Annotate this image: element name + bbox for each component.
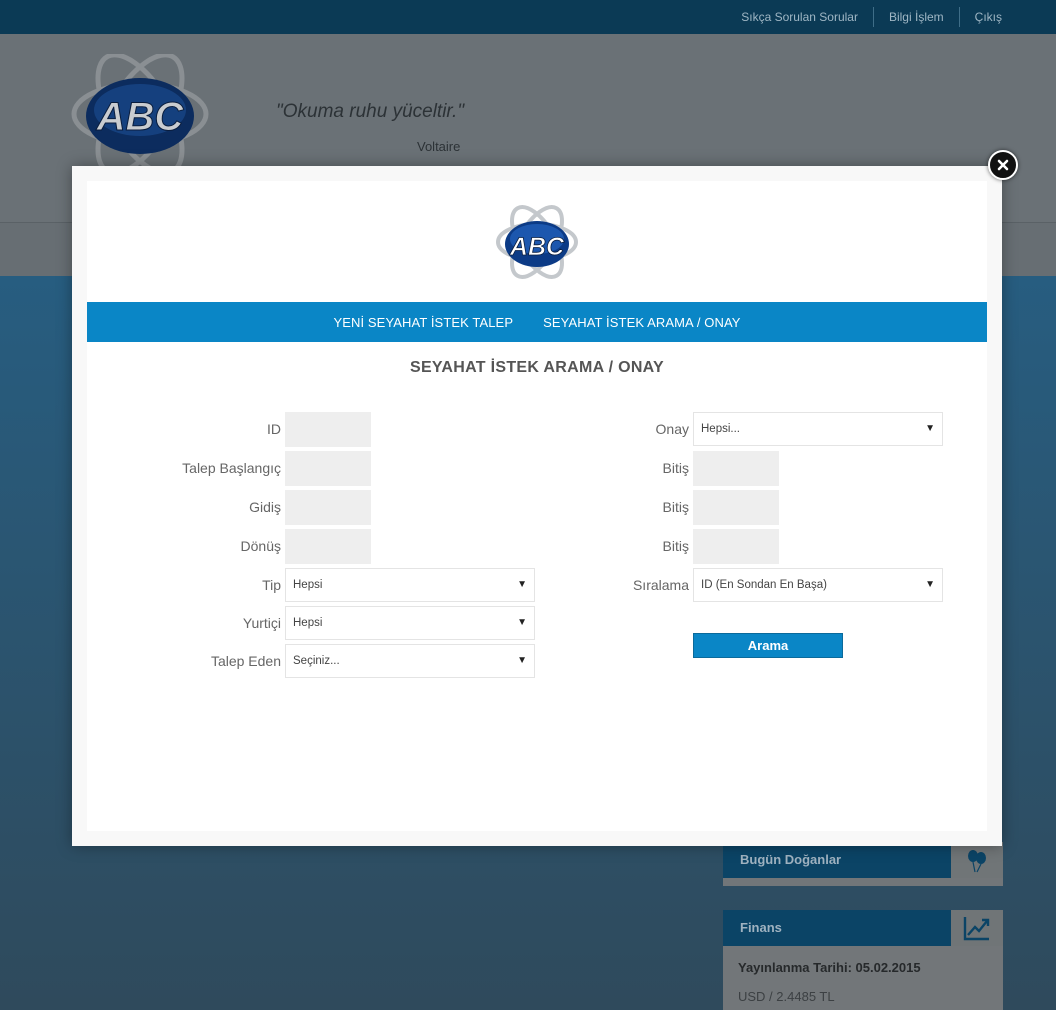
sort-label: Sıralama <box>632 577 689 593</box>
modal-logo: ABC <box>495 195 579 294</box>
finance-date: Yayınlanma Tarihi: 05.02.2015 <box>738 960 921 975</box>
departure-input[interactable] <box>285 490 371 525</box>
request-end-label: Bitiş <box>662 460 689 476</box>
modal-tab-bar: YENİ SEYAHAT İSTEK TALEP SEYAHAT İSTEK A… <box>87 302 987 342</box>
finance-usd-rate: USD / 2.4485 TL <box>738 989 835 1004</box>
sort-select-value: ID (En Sondan En Başa) <box>701 579 827 591</box>
top-bar: Sıkça Sorulan Sorular Bilgi İşlem Çıkış <box>0 0 1056 34</box>
approval-label: Onay <box>655 421 689 437</box>
top-links: Sıkça Sorulan Sorular Bilgi İşlem Çıkış <box>726 0 1002 34</box>
header-quote-author: Voltaire <box>417 139 461 154</box>
dropdown-arrow-icon: ▼ <box>517 579 527 590</box>
request-start-label: Talep Başlangıç <box>182 460 281 476</box>
form-title: SEYAHAT İSTEK ARAMA / ONAY <box>409 359 665 376</box>
close-icon <box>997 159 1009 171</box>
requester-label: Talep Eden <box>210 653 281 669</box>
svg-text:ABC: ABC <box>96 95 185 139</box>
tab-new-travel-request[interactable]: YENİ SEYAHAT İSTEK TALEP <box>333 315 513 330</box>
it-link[interactable]: Bilgi İşlem <box>872 7 959 27</box>
modal-content: ABC YENİ SEYAHAT İSTEK TALEP SEYAHAT İST… <box>87 181 987 831</box>
return-label: Dönüş <box>240 538 281 554</box>
departure-end-input[interactable] <box>693 490 779 525</box>
id-label: ID <box>267 421 281 437</box>
finance-widget-body: Yayınlanma Tarihi: 05.02.2015 USD / 2.44… <box>723 946 1003 1010</box>
approval-select-value: Hepsi... <box>701 423 740 435</box>
dropdown-arrow-icon: ▼ <box>925 423 935 434</box>
requester-select[interactable]: Seçiniz... ▼ <box>285 644 535 678</box>
domestic-select[interactable]: Hepsi ▼ <box>285 606 535 640</box>
dropdown-arrow-icon: ▼ <box>517 655 527 666</box>
finance-widget-header[interactable]: Finans <box>723 910 1003 946</box>
balloons-icon <box>968 850 986 873</box>
finance-widget: Finans Yayınlanma Tarihi: 05.02.2015 USD… <box>723 910 1003 1010</box>
birthdays-widget-title: Bugün Doğanlar <box>740 852 842 867</box>
return-input[interactable] <box>285 529 371 564</box>
departure-label: Gidiş <box>249 499 281 515</box>
sort-select[interactable]: ID (En Sondan En Başa) ▼ <box>693 568 943 602</box>
approval-select[interactable]: Hepsi... ▼ <box>693 412 943 446</box>
birthdays-widget-header[interactable]: Bugün Doğanlar <box>723 842 1003 878</box>
header-quote: "Okuma ruhu yüceltir." <box>276 101 465 122</box>
return-end-label: Bitiş <box>662 538 689 554</box>
birthdays-widget: Bugün Doğanlar <box>723 842 1003 886</box>
close-modal-button[interactable] <box>988 150 1018 180</box>
return-end-input[interactable] <box>693 529 779 564</box>
dropdown-arrow-icon: ▼ <box>925 579 935 590</box>
travel-request-modal: ABC YENİ SEYAHAT İSTEK TALEP SEYAHAT İST… <box>72 166 1002 846</box>
header-logo[interactable]: ABC <box>70 52 210 179</box>
request-start-input[interactable] <box>285 451 371 486</box>
chart-up-icon <box>963 917 990 941</box>
dropdown-arrow-icon: ▼ <box>517 617 527 628</box>
domestic-select-value: Hepsi <box>293 617 323 629</box>
faq-link[interactable]: Sıkça Sorulan Sorular <box>726 7 873 27</box>
request-end-input[interactable] <box>693 451 779 486</box>
id-input[interactable] <box>285 412 371 447</box>
type-label: Tip <box>262 577 281 593</box>
type-select-value: Hepsi <box>293 579 323 591</box>
domestic-label: Yurtiçi <box>242 615 281 631</box>
tab-travel-request-search[interactable]: SEYAHAT İSTEK ARAMA / ONAY <box>543 315 740 330</box>
type-select[interactable]: Hepsi ▼ <box>285 568 535 602</box>
logout-link[interactable]: Çıkış <box>958 7 1002 27</box>
requester-select-value: Seçiniz... <box>293 655 340 667</box>
finance-widget-title: Finans <box>740 920 782 935</box>
departure-end-label: Bitiş <box>662 499 689 515</box>
svg-text:ABC: ABC <box>509 233 565 261</box>
search-button[interactable]: Arama <box>693 633 843 658</box>
